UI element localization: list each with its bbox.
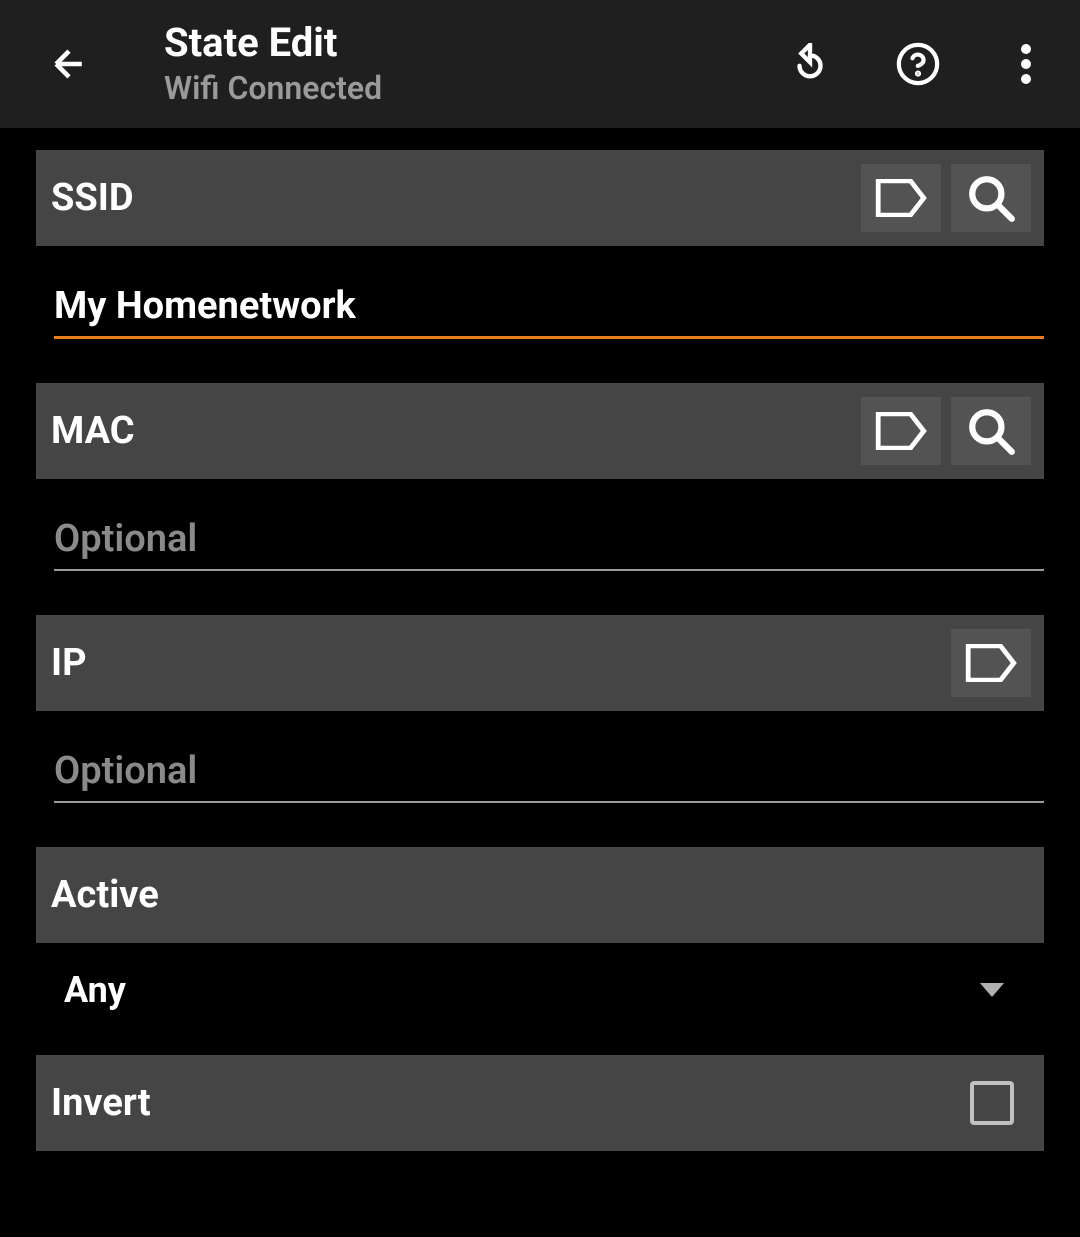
mac-tag-button[interactable] [861, 397, 941, 465]
mac-input[interactable] [54, 517, 1044, 571]
ip-section-header: IP [36, 615, 1044, 711]
ssid-input-wrapper [36, 246, 1044, 339]
mac-section-header: MAC [36, 383, 1044, 479]
ip-input[interactable] [54, 749, 1044, 803]
content: SSID MAC [0, 128, 1080, 1151]
chevron-down-icon [980, 983, 1004, 997]
app-header: State Edit Wifi Connected [0, 0, 1080, 128]
active-dropdown[interactable]: Any [36, 943, 1044, 1055]
search-icon [966, 406, 1016, 456]
undo-icon [789, 43, 831, 85]
active-selected-value: Any [64, 969, 980, 1011]
invert-section-header[interactable]: Invert [36, 1055, 1044, 1151]
ip-input-wrapper [36, 711, 1044, 803]
mac-input-wrapper [36, 479, 1044, 571]
back-button[interactable] [44, 39, 94, 89]
invert-label: Invert [51, 1081, 970, 1125]
ssid-input[interactable] [54, 284, 1044, 339]
ssid-label: SSID [51, 176, 851, 220]
undo-button[interactable] [786, 40, 834, 88]
ssid-section-header: SSID [36, 150, 1044, 246]
arrow-left-icon [47, 42, 91, 86]
ip-label: IP [51, 641, 941, 685]
tag-icon [875, 412, 927, 450]
tag-icon [965, 644, 1017, 682]
page-subtitle: Wifi Connected [164, 69, 786, 107]
mac-label: MAC [51, 409, 851, 453]
ssid-search-button[interactable] [951, 164, 1031, 232]
help-icon [895, 41, 941, 87]
search-icon [966, 173, 1016, 223]
active-section-header: Active [36, 847, 1044, 943]
tag-icon [875, 179, 927, 217]
ssid-tag-button[interactable] [861, 164, 941, 232]
help-button[interactable] [894, 40, 942, 88]
more-vert-icon [1021, 43, 1031, 85]
mac-search-button[interactable] [951, 397, 1031, 465]
header-actions [786, 40, 1050, 88]
overflow-menu-button[interactable] [1002, 40, 1050, 88]
page-title: State Edit [164, 21, 786, 65]
active-label: Active [51, 873, 1031, 917]
invert-checkbox[interactable] [970, 1081, 1014, 1125]
header-titles: State Edit Wifi Connected [164, 21, 786, 107]
ip-tag-button[interactable] [951, 629, 1031, 697]
